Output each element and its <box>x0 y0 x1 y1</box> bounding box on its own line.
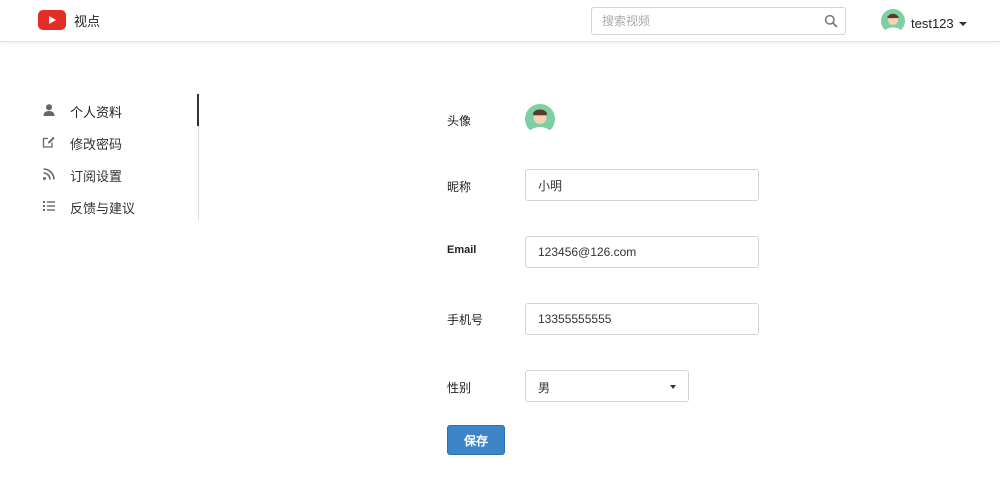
sidebar-item-label: 反馈与建议 <box>70 201 136 216</box>
avatar <box>881 9 905 38</box>
sidebar-item-feedback[interactable]: 反馈与建议 <box>0 190 199 222</box>
rss-icon <box>42 167 56 181</box>
user-icon <box>42 103 56 117</box>
edit-icon <box>42 135 56 149</box>
top-navbar: 视点 test123 <box>0 0 1000 42</box>
save-button[interactable]: 保存 <box>447 425 505 455</box>
sidebar-item-password[interactable]: 修改密码 <box>0 126 199 158</box>
phone-label: 手机号 <box>447 313 484 327</box>
gender-label: 性别 <box>447 381 472 395</box>
phone-input[interactable] <box>526 304 758 334</box>
nickname-field-box <box>525 169 759 201</box>
sidebar-item-profile[interactable]: 个人资料 <box>0 94 199 126</box>
play-logo-icon <box>38 10 66 30</box>
sidebar-item-label: 个人资料 <box>70 105 123 120</box>
user-menu[interactable]: test123 <box>881 9 967 38</box>
nickname-label: 昵称 <box>447 180 472 194</box>
nickname-input[interactable] <box>526 170 758 200</box>
gender-selected-value: 男 <box>538 381 551 395</box>
sidebar-item-label: 订阅设置 <box>70 169 123 184</box>
settings-sidebar: 个人资料 修改密码 订阅设置 反馈与建议 <box>0 94 199 220</box>
search-icon[interactable] <box>824 14 838 28</box>
avatar-label: 头像 <box>447 114 472 128</box>
email-label: Email <box>447 244 477 256</box>
email-input[interactable] <box>526 237 758 267</box>
chevron-down-icon <box>670 385 676 389</box>
profile-avatar[interactable] <box>525 104 555 136</box>
search-box <box>591 7 846 35</box>
username: test123 <box>911 16 954 31</box>
list-icon <box>42 199 56 213</box>
email-field-box <box>525 236 759 268</box>
logo[interactable]: 视点 <box>38 10 100 30</box>
search-input[interactable] <box>592 8 817 34</box>
app-name: 视点 <box>74 13 101 29</box>
phone-field-box <box>525 303 759 335</box>
active-indicator <box>197 94 199 126</box>
chevron-down-icon <box>958 21 967 26</box>
sidebar-item-label: 修改密码 <box>70 137 123 152</box>
sidebar-item-subscription[interactable]: 订阅设置 <box>0 158 199 190</box>
gender-select[interactable]: 男 <box>525 370 689 402</box>
